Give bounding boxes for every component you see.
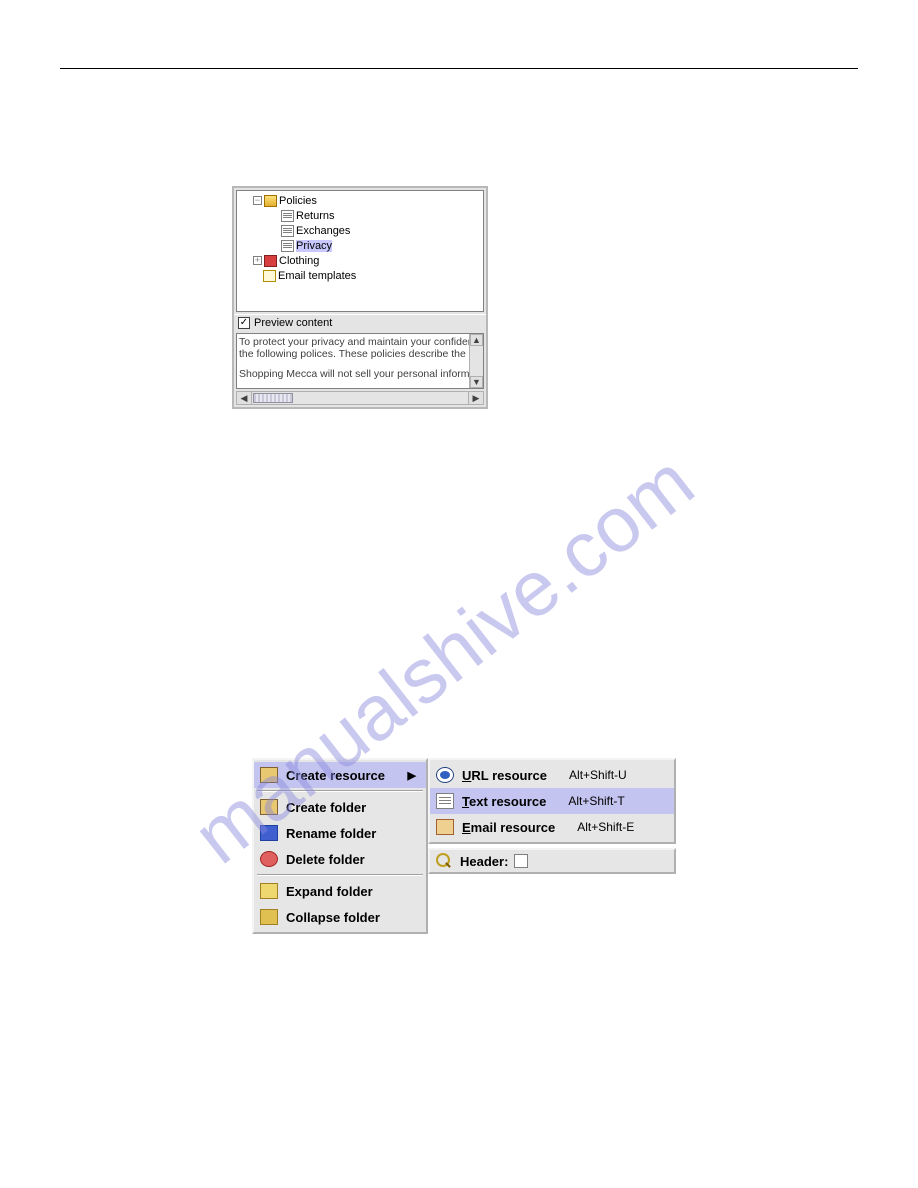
page-rule bbox=[60, 68, 858, 69]
vertical-scrollbar[interactable] bbox=[469, 334, 483, 388]
menu-item-rename-folder[interactable]: Rename folder bbox=[254, 820, 426, 846]
tree-node-returns[interactable]: Returns bbox=[239, 208, 481, 223]
menu-item-label: Text resource bbox=[462, 794, 546, 809]
preview-header-label: Preview content bbox=[254, 317, 332, 329]
document-icon bbox=[281, 210, 294, 222]
tree-label: Returns bbox=[296, 210, 335, 222]
menu-item-text-resource[interactable]: Text resource Alt+Shift-T bbox=[430, 788, 674, 814]
collapse-handle-icon[interactable]: − bbox=[253, 196, 262, 205]
tree-label: Policies bbox=[279, 195, 317, 207]
tree-node-email-templates[interactable]: Email templates bbox=[239, 268, 481, 283]
header-toolbar: Header: bbox=[428, 848, 676, 874]
text-resource-icon bbox=[436, 793, 454, 809]
delete-folder-icon bbox=[260, 851, 278, 867]
menu-item-url-resource[interactable]: URL resource Alt+Shift-U bbox=[430, 762, 674, 788]
email-templates-icon bbox=[263, 270, 276, 282]
tree-label: Clothing bbox=[279, 255, 319, 267]
menu-item-email-resource[interactable]: Email resource Alt+Shift-E bbox=[430, 814, 674, 840]
tree-label: Privacy bbox=[296, 240, 332, 252]
menu-separator bbox=[257, 874, 423, 876]
collapse-folder-icon bbox=[260, 909, 278, 925]
context-menu-cascade: Create resource ▶ Create folder Rename f… bbox=[252, 758, 676, 934]
menu-item-create-resource[interactable]: Create resource ▶ bbox=[254, 762, 426, 788]
menu-item-label: Delete folder bbox=[286, 852, 365, 867]
tree-node-exchanges[interactable]: Exchanges bbox=[239, 223, 481, 238]
url-resource-icon bbox=[436, 767, 454, 783]
menu-item-label: Collapse folder bbox=[286, 910, 380, 925]
tree-label: Email templates bbox=[278, 270, 356, 282]
document-icon bbox=[281, 225, 294, 237]
preview-checkbox[interactable]: ✓ bbox=[238, 317, 250, 329]
tree-label: Exchanges bbox=[296, 225, 350, 237]
menu-item-label: Email resource bbox=[462, 820, 555, 835]
create-folder-icon bbox=[260, 799, 278, 815]
menu-item-create-folder[interactable]: Create folder bbox=[254, 794, 426, 820]
horizontal-scrollbar[interactable] bbox=[236, 391, 484, 405]
tree-node-policies[interactable]: − Policies bbox=[239, 193, 481, 208]
menu-item-label: URL resource bbox=[462, 768, 547, 783]
preview-content[interactable]: To protect your privacy and maintain you… bbox=[236, 333, 484, 389]
expand-handle-icon[interactable]: + bbox=[253, 256, 262, 265]
expand-folder-icon bbox=[260, 883, 278, 899]
rename-folder-icon bbox=[260, 825, 278, 841]
create-resource-icon bbox=[260, 767, 278, 783]
preview-line: To protect your privacy and maintain you… bbox=[239, 336, 481, 348]
email-resource-icon bbox=[436, 819, 454, 835]
context-menu-main: Create resource ▶ Create folder Rename f… bbox=[252, 758, 428, 934]
menu-shortcut: Alt+Shift-U bbox=[569, 768, 627, 782]
search-icon bbox=[436, 853, 454, 869]
folder-icon bbox=[264, 195, 277, 207]
document-icon bbox=[281, 240, 294, 252]
preview-header: ✓ Preview content bbox=[234, 314, 486, 331]
tree-node-clothing[interactable]: + Clothing bbox=[239, 253, 481, 268]
submenu-arrow-icon: ▶ bbox=[408, 769, 416, 782]
menu-item-label: Rename folder bbox=[286, 826, 376, 841]
menu-separator bbox=[257, 790, 423, 792]
menu-item-label: Create folder bbox=[286, 800, 366, 815]
resource-tree[interactable]: − Policies Returns Exchanges Privacy + C… bbox=[236, 190, 484, 312]
preview-line: Shopping Mecca will not sell your person… bbox=[239, 368, 481, 380]
tree-node-privacy[interactable]: Privacy bbox=[239, 238, 481, 253]
menu-item-collapse-folder[interactable]: Collapse folder bbox=[254, 904, 426, 930]
menu-item-label: Create resource bbox=[286, 768, 385, 783]
scrollbar-thumb[interactable] bbox=[253, 393, 293, 403]
clothing-icon bbox=[264, 255, 277, 267]
preview-line: the following polices. These policies de… bbox=[239, 348, 481, 360]
header-label: Header: bbox=[460, 854, 508, 869]
tree-preview-panel: − Policies Returns Exchanges Privacy + C… bbox=[232, 186, 488, 409]
header-checkbox[interactable] bbox=[514, 854, 528, 868]
menu-item-label: Expand folder bbox=[286, 884, 373, 899]
context-menu-sub: URL resource Alt+Shift-U Text resource A… bbox=[428, 758, 676, 844]
menu-shortcut: Alt+Shift-T bbox=[568, 794, 624, 808]
menu-item-delete-folder[interactable]: Delete folder bbox=[254, 846, 426, 872]
menu-item-expand-folder[interactable]: Expand folder bbox=[254, 878, 426, 904]
menu-shortcut: Alt+Shift-E bbox=[577, 820, 634, 834]
